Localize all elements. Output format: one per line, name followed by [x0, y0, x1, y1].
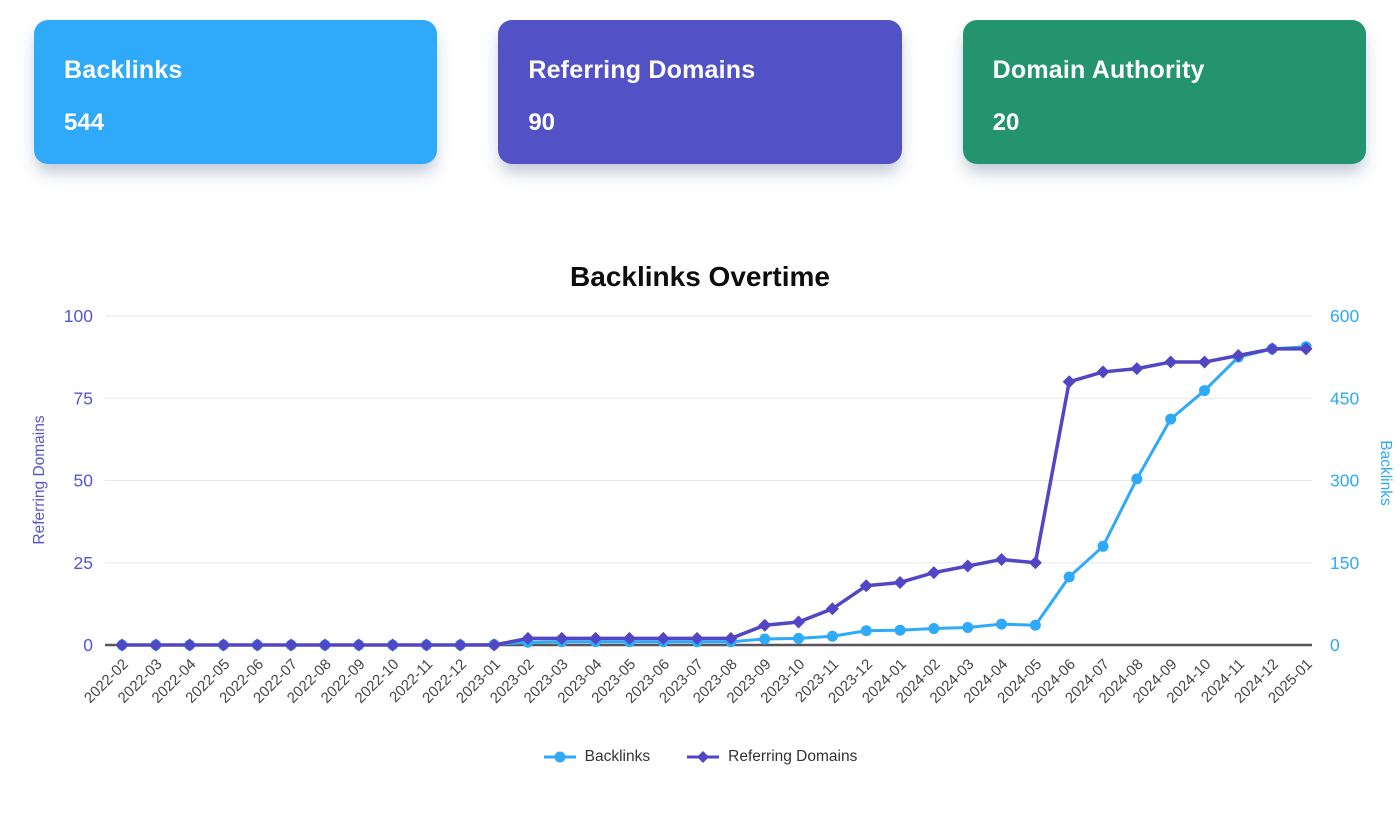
data-point[interactable] — [1164, 356, 1177, 369]
right-axis-tick: 300 — [1330, 471, 1359, 491]
data-point[interactable] — [1097, 365, 1110, 378]
data-point[interactable] — [895, 625, 906, 636]
gridlines — [105, 316, 1312, 645]
chart-area: 0 25 50 75 100 0 150 300 450 600 Referring Domains… — [0, 298, 1400, 741]
data-point[interactable] — [386, 639, 399, 652]
data-point[interactable] — [996, 619, 1007, 630]
data-point[interactable] — [861, 625, 872, 636]
data-point[interactable] — [927, 566, 940, 579]
right-axis-title: Backlinks — [1377, 440, 1394, 506]
data-point[interactable] — [961, 560, 974, 573]
data-point[interactable] — [758, 619, 771, 632]
left-axis-tick: 50 — [74, 471, 94, 491]
left-axis-tick: 0 — [83, 635, 93, 655]
series-backlinks — [117, 341, 1312, 650]
stat-card-backlinks-value: 544 — [64, 109, 437, 137]
series-line — [122, 347, 1306, 645]
data-point[interactable] — [183, 639, 196, 652]
data-point[interactable] — [827, 631, 838, 642]
legend-item-backlinks[interactable]: Backlinks — [543, 748, 650, 766]
stat-card-backlinks-label: Backlinks — [64, 56, 437, 85]
data-point[interactable] — [1064, 572, 1075, 583]
left-axis-tick: 100 — [64, 306, 93, 326]
data-point[interactable] — [1266, 342, 1279, 355]
data-point[interactable] — [116, 639, 129, 652]
series-referring-domains — [116, 342, 1313, 651]
stat-card-backlinks: Backlinks 544 — [34, 20, 437, 164]
stat-card-referring-domains-label: Referring Domains — [528, 56, 901, 85]
data-point[interactable] — [793, 633, 804, 644]
data-point[interactable] — [1130, 362, 1143, 375]
stat-card-domain-authority-value: 20 — [993, 109, 1366, 137]
circle-marker-icon — [543, 749, 577, 765]
backlinks-overtime-chart[interactable]: 0 25 50 75 100 0 150 300 450 600 Referring Domains… — [0, 298, 1400, 741]
data-point[interactable] — [1030, 620, 1041, 631]
data-point[interactable] — [352, 639, 365, 652]
data-point[interactable] — [318, 639, 331, 652]
data-point[interactable] — [894, 576, 907, 589]
legend-item-referring-domains[interactable]: Referring Domains — [686, 748, 857, 766]
data-point[interactable] — [1063, 375, 1076, 388]
data-point[interactable] — [217, 639, 230, 652]
diamond-marker-icon — [686, 749, 720, 765]
y-axis-left: 0 25 50 75 100 — [64, 306, 93, 655]
data-point[interactable] — [1199, 385, 1210, 396]
data-point[interactable] — [792, 615, 805, 628]
left-axis-title: Referring Domains — [31, 415, 48, 544]
data-point[interactable] — [251, 639, 264, 652]
x-axis-labels: 2022-022022-032022-042022-052022-062022-… — [81, 656, 1316, 707]
right-axis-tick: 600 — [1330, 306, 1359, 326]
right-axis-tick: 150 — [1330, 553, 1359, 573]
stat-cards: Backlinks 544 Referring Domains 90 Domai… — [0, 0, 1400, 164]
stat-card-domain-authority-label: Domain Authority — [993, 56, 1366, 85]
data-point[interactable] — [1029, 556, 1042, 569]
right-axis-tick: 0 — [1330, 635, 1340, 655]
stat-card-referring-domains-value: 90 — [528, 109, 901, 137]
data-point[interactable] — [1098, 541, 1109, 552]
data-point[interactable] — [420, 639, 433, 652]
data-point[interactable] — [995, 553, 1008, 566]
left-axis-tick: 25 — [74, 553, 93, 573]
legend-label: Referring Domains — [728, 748, 857, 766]
right-axis-tick: 450 — [1330, 388, 1359, 408]
data-point[interactable] — [962, 622, 973, 633]
y-axis-right: 0 150 300 450 600 — [1330, 306, 1359, 655]
left-axis-tick: 75 — [74, 388, 93, 408]
data-point[interactable] — [149, 639, 162, 652]
data-point[interactable] — [488, 639, 501, 652]
stat-card-domain-authority: Domain Authority 20 — [963, 20, 1366, 164]
data-point[interactable] — [928, 623, 939, 634]
data-point[interactable] — [285, 639, 298, 652]
legend-label: Backlinks — [585, 748, 650, 766]
data-point[interactable] — [1198, 356, 1211, 369]
chart-title: Backlinks Overtime — [0, 261, 1400, 293]
data-point[interactable] — [759, 633, 770, 644]
chart-legend: Backlinks Referring Domains — [0, 743, 1400, 771]
stat-card-referring-domains: Referring Domains 90 — [498, 20, 901, 164]
data-point[interactable] — [1165, 414, 1176, 425]
data-point[interactable] — [454, 639, 467, 652]
data-point[interactable] — [1131, 473, 1142, 484]
